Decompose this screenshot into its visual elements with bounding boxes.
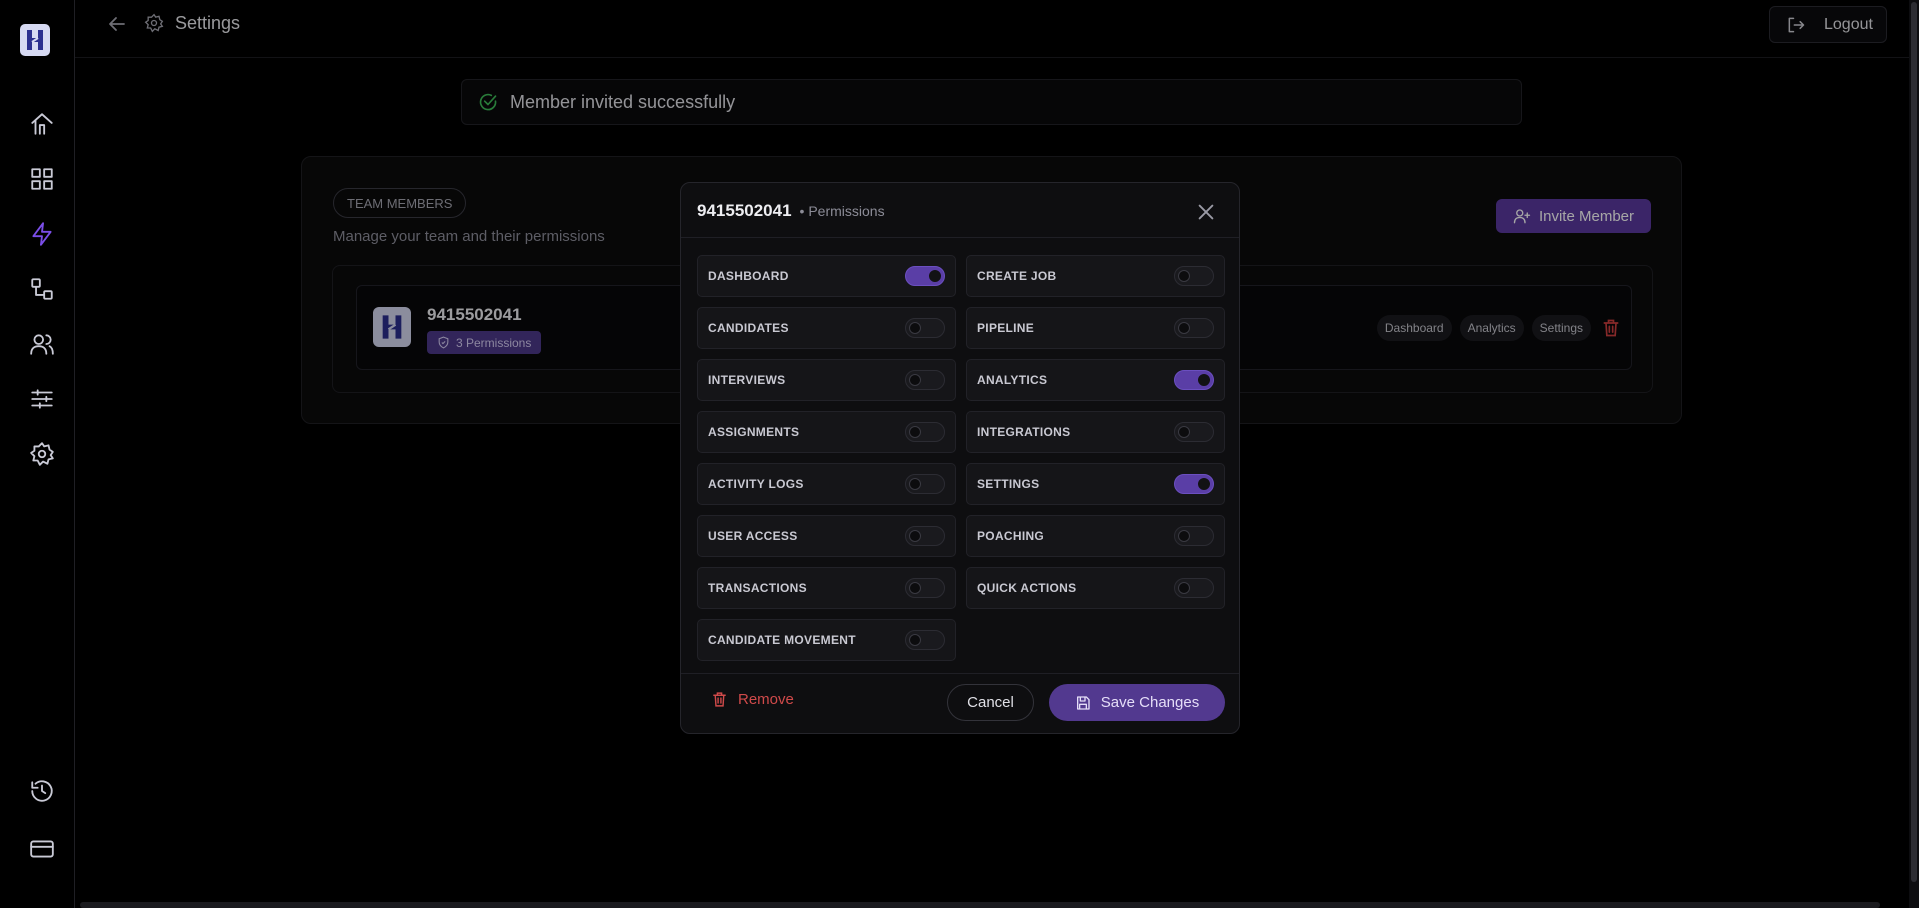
remove-member-button[interactable]: Remove <box>711 691 794 708</box>
permission-label: ACTIVITY LOGS <box>708 477 804 491</box>
permission-label: ASSIGNMENTS <box>708 425 800 439</box>
permission-toggle[interactable] <box>905 266 945 286</box>
permission-item[interactable]: CANDIDATE MOVEMENT <box>697 619 956 661</box>
divider <box>681 237 1239 238</box>
permission-label: SETTINGS <box>977 477 1040 491</box>
toggle-knob <box>909 530 921 542</box>
modal-subtitle: • Permissions <box>799 203 885 219</box>
app-logo[interactable] <box>20 24 50 56</box>
toggle-knob <box>929 270 941 282</box>
permission-toggle[interactable] <box>1174 578 1214 598</box>
permissions-grid: DASHBOARD CREATE JOB CANDIDATES PIPELINE INT… <box>697 255 1225 661</box>
permission-label: INTERVIEWS <box>708 373 786 387</box>
permission-item[interactable]: USER ACCESS <box>697 515 956 557</box>
toggle-knob <box>1178 530 1190 542</box>
lightning-icon[interactable] <box>26 218 58 250</box>
permission-item[interactable]: DASHBOARD <box>697 255 956 297</box>
permission-item[interactable]: PIPELINE <box>966 307 1225 349</box>
toggle-knob <box>909 374 921 386</box>
remove-label: Remove <box>738 691 794 708</box>
permission-toggle[interactable] <box>1174 318 1214 338</box>
logo-h-icon <box>27 30 43 50</box>
permission-item[interactable]: POACHING <box>966 515 1225 557</box>
permission-label: PIPELINE <box>977 321 1035 335</box>
permission-toggle[interactable] <box>905 526 945 546</box>
toggle-knob <box>1178 582 1190 594</box>
toggle-knob <box>909 634 921 646</box>
permission-toggle[interactable] <box>905 370 945 390</box>
toggle-knob <box>909 478 921 490</box>
trash-icon <box>713 692 726 707</box>
permission-label: INTEGRATIONS <box>977 425 1071 439</box>
toggle-knob <box>1178 270 1190 282</box>
permission-toggle[interactable] <box>1174 370 1214 390</box>
toggle-knob <box>1198 374 1210 386</box>
cancel-button[interactable]: Cancel <box>947 684 1034 721</box>
vertical-scrollbar[interactable] <box>1909 0 1919 908</box>
settings-gear-icon[interactable] <box>26 438 58 470</box>
permission-label: CREATE JOB <box>977 269 1057 283</box>
permission-toggle[interactable] <box>1174 526 1214 546</box>
users-icon[interactable] <box>26 328 58 360</box>
permission-item[interactable]: ASSIGNMENTS <box>697 411 956 453</box>
history-icon[interactable] <box>26 775 58 807</box>
permission-label: DASHBOARD <box>708 269 789 283</box>
sidebar <box>0 0 75 908</box>
permission-toggle[interactable] <box>1174 422 1214 442</box>
permission-item[interactable]: QUICK ACTIONS <box>966 567 1225 609</box>
permission-toggle[interactable] <box>1174 266 1214 286</box>
dashboard-icon[interactable] <box>26 163 58 195</box>
permission-item[interactable]: ACTIVITY LOGS <box>697 463 956 505</box>
save-changes-button[interactable]: Save Changes <box>1049 684 1225 721</box>
permission-label: CANDIDATE MOVEMENT <box>708 633 856 647</box>
permission-toggle[interactable] <box>905 318 945 338</box>
permission-label: USER ACCESS <box>708 529 798 543</box>
permission-toggle[interactable] <box>905 474 945 494</box>
scrollbar-thumb[interactable] <box>1911 2 1917 882</box>
permission-label: QUICK ACTIONS <box>977 581 1077 595</box>
permission-item[interactable]: SETTINGS <box>966 463 1225 505</box>
permission-toggle[interactable] <box>905 578 945 598</box>
save-changes-label: Save Changes <box>1100 694 1200 711</box>
modal-footer: Remove Cancel Save Changes <box>681 671 1239 733</box>
permissions-modal: 9415502041 • Permissions DASHBOARD CREATE… <box>680 182 1240 734</box>
modal-header: 9415502041 • Permissions <box>697 201 885 221</box>
home-icon[interactable] <box>26 108 58 140</box>
permission-label: CANDIDATES <box>708 321 789 335</box>
permission-label: POACHING <box>977 529 1045 543</box>
permission-item[interactable]: TRANSACTIONS <box>697 567 956 609</box>
permission-toggle[interactable] <box>905 422 945 442</box>
permission-item[interactable]: ANALYTICS <box>966 359 1225 401</box>
toggle-knob <box>1198 478 1210 490</box>
permission-toggle[interactable] <box>1174 474 1214 494</box>
permission-toggle[interactable] <box>905 630 945 650</box>
horizontal-scrollbar[interactable] <box>80 902 1880 908</box>
modal-member-name: 9415502041 <box>697 201 792 220</box>
toggle-knob <box>909 322 921 334</box>
permission-item[interactable]: INTERVIEWS <box>697 359 956 401</box>
sliders-icon[interactable] <box>26 383 58 415</box>
close-icon[interactable] <box>1195 201 1217 223</box>
workflow-icon[interactable] <box>26 273 58 305</box>
toggle-knob <box>1178 426 1190 438</box>
permission-label: ANALYTICS <box>977 373 1048 387</box>
permission-label: TRANSACTIONS <box>708 581 807 595</box>
toggle-knob <box>1178 322 1190 334</box>
permission-item[interactable]: CANDIDATES <box>697 307 956 349</box>
billing-card-icon[interactable] <box>26 833 58 865</box>
permission-item[interactable]: CREATE JOB <box>966 255 1225 297</box>
permission-item[interactable]: INTEGRATIONS <box>966 411 1225 453</box>
save-disk-icon <box>1076 695 1090 710</box>
toggle-knob <box>909 582 921 594</box>
toggle-knob <box>909 426 921 438</box>
